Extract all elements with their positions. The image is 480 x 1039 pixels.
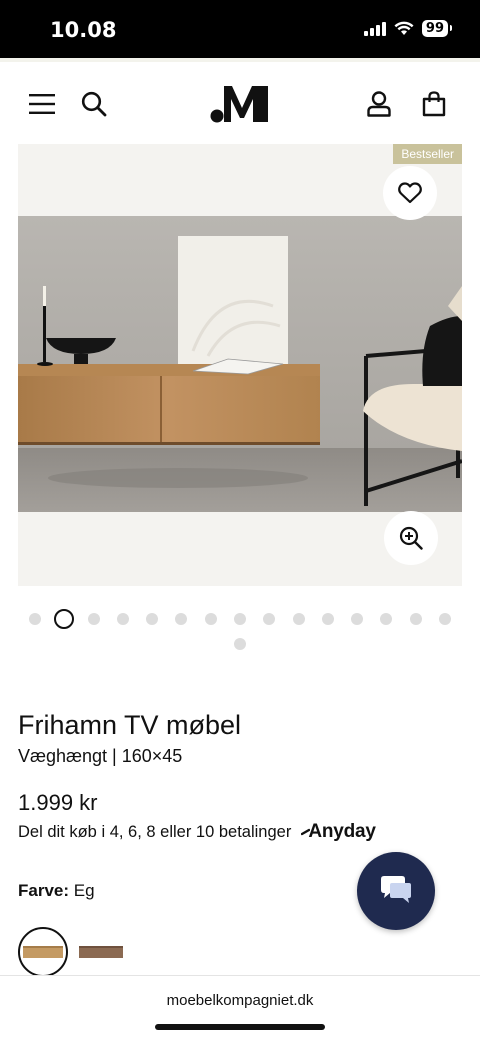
url-text[interactable]: moebelkompagniet.dk bbox=[0, 992, 480, 1009]
favorite-button[interactable] bbox=[383, 166, 437, 220]
installments-info[interactable]: Del dit køb i 4, 6, 8 eller 10 betalinge… bbox=[18, 821, 376, 843]
product-title: Frihamn TV møbel bbox=[18, 710, 242, 740]
zoom-button[interactable] bbox=[384, 511, 438, 565]
cellular-signal-icon bbox=[363, 21, 386, 36]
gallery-dot-mark bbox=[87, 613, 100, 625]
installments-text: Del dit køb i 4, 6, 8 eller 10 betalinge… bbox=[18, 822, 292, 841]
hamburger-menu-icon bbox=[29, 94, 55, 114]
brand-logo[interactable] bbox=[210, 82, 272, 124]
browser-url-bar: moebelkompagniet.dk bbox=[0, 975, 480, 1039]
menu-button[interactable] bbox=[22, 84, 62, 124]
status-icons: 99 bbox=[363, 20, 453, 37]
gallery-dot-mark bbox=[233, 638, 246, 650]
battery-indicator: 99 bbox=[421, 20, 453, 37]
search-button[interactable] bbox=[74, 84, 114, 124]
swatch-other-image bbox=[79, 946, 123, 958]
user-icon bbox=[367, 91, 391, 117]
swatch-eg[interactable] bbox=[18, 927, 68, 977]
gallery-dot[interactable] bbox=[196, 612, 225, 626]
gallery-dot-mark bbox=[409, 613, 422, 625]
gallery-dot[interactable] bbox=[313, 612, 342, 626]
gallery-dot-mark bbox=[380, 613, 393, 625]
status-time: 10.08 bbox=[50, 18, 117, 42]
gallery-dot-mark bbox=[263, 613, 276, 625]
gallery-dot-mark bbox=[233, 613, 246, 625]
gallery-dot-mark bbox=[54, 609, 75, 629]
chat-button[interactable] bbox=[357, 852, 435, 930]
chat-bubbles-icon bbox=[381, 876, 411, 903]
product-image[interactable] bbox=[18, 216, 462, 512]
color-selection: Farve: Eg bbox=[18, 881, 95, 901]
product-gallery[interactable]: Bestseller bbox=[18, 144, 462, 586]
gallery-dot[interactable] bbox=[401, 612, 430, 626]
swatch-eg-image bbox=[23, 946, 63, 958]
gallery-dot[interactable] bbox=[225, 637, 254, 651]
bestseller-badge: Bestseller bbox=[393, 144, 462, 164]
gallery-pagination bbox=[20, 609, 460, 651]
gallery-dot-mark bbox=[175, 613, 188, 625]
product-price: 1.999 kr bbox=[18, 790, 98, 815]
product-subtitle: Væghængt | 160×45 bbox=[18, 746, 183, 766]
gallery-dot[interactable] bbox=[284, 612, 313, 626]
cart-button[interactable] bbox=[414, 84, 454, 124]
gallery-dot-mark bbox=[204, 613, 217, 625]
gallery-dot[interactable] bbox=[20, 612, 49, 626]
gallery-dot-mark bbox=[292, 613, 305, 625]
color-value: Eg bbox=[73, 881, 95, 900]
gallery-dot[interactable] bbox=[430, 612, 459, 626]
anyday-brand: Anyday bbox=[308, 821, 376, 842]
gallery-dot[interactable] bbox=[372, 612, 401, 626]
logo-mark bbox=[210, 86, 268, 123]
zoom-in-icon bbox=[399, 526, 423, 550]
home-indicator bbox=[155, 1024, 325, 1030]
gallery-dot-mark bbox=[28, 613, 41, 625]
gallery-dot[interactable] bbox=[167, 612, 196, 626]
swatch-other[interactable] bbox=[76, 927, 126, 977]
gallery-dot[interactable] bbox=[225, 612, 254, 626]
shopping-bag-icon bbox=[422, 91, 446, 117]
account-button[interactable] bbox=[359, 84, 399, 124]
color-label: Farve: bbox=[18, 881, 70, 900]
gallery-dot[interactable] bbox=[255, 612, 284, 626]
wifi-icon bbox=[394, 21, 414, 35]
gallery-dot-mark bbox=[439, 613, 452, 625]
gallery-dot-mark bbox=[116, 613, 129, 625]
gallery-dot[interactable] bbox=[108, 612, 137, 626]
gallery-dot[interactable] bbox=[343, 612, 372, 626]
gallery-dot[interactable] bbox=[79, 612, 108, 626]
site-header bbox=[0, 58, 480, 144]
status-bar: 10.08 99 bbox=[0, 0, 480, 58]
heart-icon bbox=[398, 182, 422, 204]
gallery-dot-mark bbox=[321, 613, 334, 625]
gallery-dot[interactable] bbox=[137, 612, 166, 626]
gallery-dot[interactable] bbox=[50, 609, 79, 629]
gallery-dot-mark bbox=[146, 613, 159, 625]
gallery-dot-mark bbox=[351, 613, 364, 625]
search-icon bbox=[81, 91, 107, 117]
anyday-logo: Anyday bbox=[301, 821, 376, 843]
